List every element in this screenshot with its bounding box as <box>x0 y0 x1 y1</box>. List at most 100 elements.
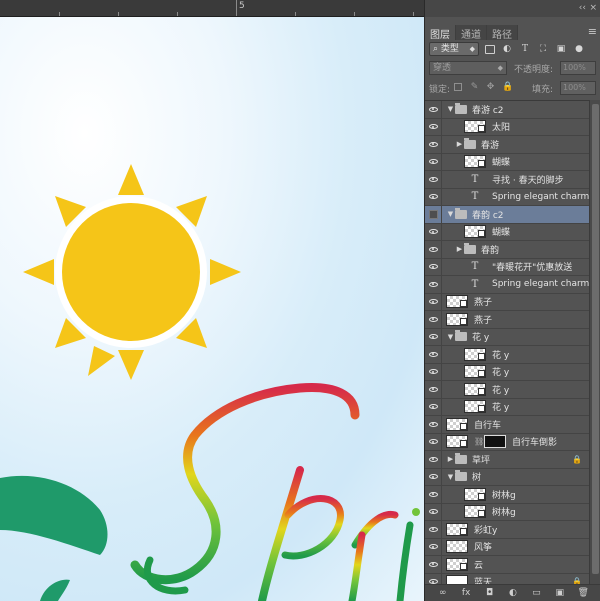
visibility-eye-icon[interactable] <box>425 468 442 485</box>
visibility-eye-icon[interactable] <box>425 538 442 555</box>
visibility-eye-icon[interactable] <box>425 223 442 240</box>
visibility-eye-icon[interactable] <box>425 503 442 520</box>
sun <box>23 164 241 380</box>
layer-row[interactable]: 燕子 <box>425 293 589 311</box>
layer-row[interactable]: 自行车 <box>425 416 589 434</box>
visibility-eye-icon[interactable] <box>425 521 442 538</box>
filter-kind-select[interactable]: ⌕ 类型 ◆ <box>429 42 479 56</box>
visibility-eye-icon[interactable] <box>425 188 442 205</box>
close-icon[interactable]: × <box>589 3 597 13</box>
lock-paint-icon[interactable]: ✎ <box>470 83 479 92</box>
expand-right-icon[interactable]: ▶ <box>446 455 455 463</box>
mask-icon[interactable]: ◘ <box>483 588 497 598</box>
layer-row[interactable]: 花 y <box>425 398 589 416</box>
new-layer-icon[interactable]: ▣ <box>553 588 567 598</box>
visibility-eye-icon[interactable] <box>425 118 442 135</box>
visibility-eye-icon[interactable] <box>425 101 442 118</box>
expand-right-icon[interactable]: ▶ <box>455 140 464 148</box>
collapse-icon[interactable]: ‹‹ <box>579 3 586 13</box>
layer-row[interactable]: 花 y <box>425 381 589 399</box>
layer-row[interactable]: T 寻找 · 春天的脚步 <box>425 171 589 189</box>
document-canvas[interactable] <box>0 17 424 601</box>
expand-down-icon[interactable]: ▼ <box>446 105 455 113</box>
opacity-field[interactable]: 100% <box>560 61 596 75</box>
visibility-eye-icon[interactable] <box>425 381 442 398</box>
filter-toggle-icon[interactable]: ● <box>573 43 585 55</box>
expand-down-icon[interactable]: ▼ <box>446 333 455 341</box>
visibility-eye-icon[interactable] <box>425 136 442 153</box>
fx-icon[interactable]: fx <box>459 588 473 598</box>
visibility-eye-icon[interactable] <box>425 486 442 503</box>
layer-row[interactable]: 蓝天 🔒 <box>425 573 589 584</box>
layers-scrollbar[interactable] <box>589 100 600 584</box>
tab-channels[interactable]: 通道 <box>456 25 487 41</box>
visibility-eye-icon[interactable] <box>425 433 442 450</box>
trash-icon[interactable]: 🗑 <box>576 588 590 598</box>
visibility-eye-icon[interactable] <box>425 258 442 275</box>
layer-row[interactable]: ▼ 树 <box>425 468 589 486</box>
layer-row[interactable]: ▼ 春游 c2 <box>425 101 589 119</box>
lock-all-icon[interactable]: 🔒 <box>502 83 513 92</box>
visibility-eye-icon[interactable] <box>425 328 442 345</box>
visibility-eye-icon[interactable] <box>425 171 442 188</box>
visibility-eye-icon[interactable] <box>425 276 442 293</box>
tab-paths[interactable]: 路径 <box>487 25 518 41</box>
layer-name: 春游 c2 <box>472 105 504 116</box>
visibility-eye-icon[interactable] <box>425 153 442 170</box>
layer-filter-row: ⌕ 类型 ◆ ◐ T ⛶ ▣ ● <box>429 41 597 57</box>
layer-row[interactable]: 树林g <box>425 486 589 504</box>
layer-row[interactable]: 蝴蝶 <box>425 153 589 171</box>
filter-smart-object-icon[interactable]: ▣ <box>555 43 567 55</box>
layer-row[interactable]: ▶ 春韵 <box>425 241 589 259</box>
chain-link-icon[interactable]: ⛓ <box>474 437 484 446</box>
horizontal-ruler[interactable]: 5 6 <box>0 0 481 17</box>
adjustment-icon[interactable]: ◐ <box>506 588 520 598</box>
layer-row[interactable]: 云 <box>425 556 589 574</box>
layer-mask-thumbnail[interactable] <box>484 435 506 449</box>
visibility-eye-icon[interactable] <box>425 363 442 380</box>
layer-row[interactable]: 太阳 <box>425 118 589 136</box>
folder-icon[interactable]: ▭ <box>529 588 543 598</box>
visibility-eye-icon[interactable] <box>425 556 442 573</box>
expand-right-icon[interactable]: ▶ <box>455 245 464 253</box>
panel-menu-icon[interactable]: ≡ <box>588 25 597 38</box>
layers-list[interactable]: ▼ 春游 c2 太阳 ▶ 春游 蝴蝶 T 寻找 · 春天的脚步 T Spring elegant … <box>425 100 589 584</box>
layer-row[interactable]: ⛓ 自行车倒影 <box>425 433 589 451</box>
layer-row[interactable]: 花 y <box>425 346 589 364</box>
visibility-eye-icon[interactable] <box>425 311 442 328</box>
blend-mode-select[interactable]: 穿透 ◆ <box>429 61 507 75</box>
filter-pixel-icon[interactable] <box>485 44 495 54</box>
filter-type-icon[interactable]: T <box>519 43 531 55</box>
layer-row[interactable]: T Spring elegant charm... <box>425 276 589 294</box>
layer-row[interactable]: ▶ 草坪 🔒 <box>425 451 589 469</box>
visibility-eye-icon[interactable] <box>425 451 442 468</box>
expand-down-icon[interactable]: ▼ <box>446 210 455 218</box>
lock-transparency-icon[interactable] <box>454 83 462 91</box>
layer-row[interactable]: 花 y <box>425 363 589 381</box>
layer-row[interactable]: 蝴蝶 <box>425 223 589 241</box>
filter-shape-icon[interactable]: ⛶ <box>537 43 549 55</box>
visibility-eye-icon[interactable] <box>425 346 442 363</box>
visibility-eye-icon[interactable] <box>425 241 442 258</box>
layer-row[interactable]: ▼ 花 y <box>425 328 589 346</box>
visibility-eye-icon[interactable] <box>425 398 442 415</box>
scrollbar-thumb[interactable] <box>592 104 599 574</box>
visibility-eye-icon[interactable] <box>425 293 442 310</box>
fill-field[interactable]: 100% <box>560 81 596 95</box>
layer-row[interactable]: ▶ 春游 <box>425 136 589 154</box>
layer-row[interactable]: 燕子 <box>425 311 589 329</box>
visibility-eye-icon[interactable] <box>425 573 442 584</box>
expand-down-icon[interactable]: ▼ <box>446 473 455 481</box>
layer-row[interactable]: ▼ 春韵 c2 <box>425 206 589 224</box>
layer-row[interactable]: 风筝 <box>425 538 589 556</box>
layer-row[interactable]: 彩虹y <box>425 521 589 539</box>
link-icon[interactable]: ∞ <box>436 588 450 598</box>
layer-row[interactable]: T "春暖花开"优惠放送 <box>425 258 589 276</box>
filter-adjustment-icon[interactable]: ◐ <box>501 43 513 55</box>
layer-row[interactable]: T Spring elegant charm... <box>425 188 589 206</box>
layer-row[interactable]: 树林g <box>425 503 589 521</box>
tab-layers[interactable]: 图层 <box>425 25 456 41</box>
lock-position-icon[interactable]: ✥ <box>486 83 495 92</box>
visibility-hidden-icon[interactable] <box>425 206 442 223</box>
visibility-eye-icon[interactable] <box>425 416 442 433</box>
